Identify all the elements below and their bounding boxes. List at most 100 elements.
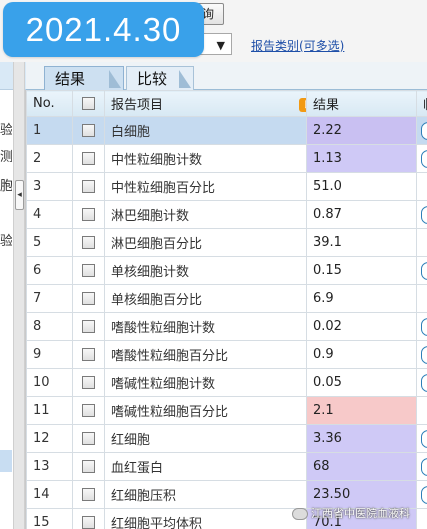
clinical-info-cell[interactable]: i <box>416 312 427 341</box>
info-icon[interactable]: i <box>421 373 427 392</box>
col-item[interactable]: 报告项目 ▯ <box>104 90 307 117</box>
row-checkbox[interactable] <box>82 460 95 473</box>
item-name: 白细胞 <box>104 116 307 145</box>
tab-corner-icon <box>179 70 191 88</box>
tab-compare[interactable]: 比较 <box>126 66 194 90</box>
clinical-info-cell[interactable]: i <box>416 452 427 481</box>
row-number: 3 <box>26 172 73 201</box>
table-row[interactable]: 1 白细胞2.22i <box>26 116 427 145</box>
row-checkbox[interactable] <box>82 488 95 501</box>
row-checkbox-cell[interactable] <box>72 480 105 509</box>
table-row[interactable]: 8 嗜酸性粒细胞计数0.02i <box>26 312 427 341</box>
tab-results[interactable]: 结果 <box>44 66 124 90</box>
result-value: 51.0 <box>306 172 417 201</box>
row-number: 14 <box>26 480 73 509</box>
row-checkbox[interactable] <box>82 124 95 137</box>
row-checkbox[interactable] <box>82 376 95 389</box>
result-value: 6.9 <box>306 284 417 313</box>
row-checkbox-cell[interactable] <box>72 228 105 257</box>
table-row[interactable]: 13 血红蛋白68i <box>26 452 427 481</box>
tab-compare-label: 比较 <box>137 70 168 88</box>
info-icon[interactable]: i <box>421 121 427 140</box>
row-checkbox[interactable] <box>82 180 95 193</box>
row-checkbox[interactable] <box>82 516 95 529</box>
book-icon[interactable]: ▯ <box>299 98 306 112</box>
panel-splitter[interactable]: ◂ <box>13 62 25 529</box>
info-icon[interactable]: i <box>421 457 427 476</box>
row-checkbox[interactable] <box>82 208 95 221</box>
table-row[interactable]: 5 淋巴细胞百分比 39.1 <box>26 228 427 257</box>
clinical-info-cell[interactable]: i <box>416 480 427 509</box>
row-checkbox[interactable] <box>82 292 95 305</box>
table-row[interactable]: 7 单核细胞百分比 6.9 <box>26 284 427 313</box>
item-name: 嗜酸性粒细胞百分比 <box>104 340 307 369</box>
left-fragment: 验 <box>0 123 12 138</box>
row-checkbox-cell[interactable] <box>72 144 105 173</box>
row-number: 12 <box>26 424 73 453</box>
clinical-info-cell[interactable]: i <box>416 116 427 145</box>
row-checkbox-cell[interactable] <box>72 256 105 285</box>
table-row[interactable]: 3 中性粒细胞百分比 51.0 <box>26 172 427 201</box>
info-icon[interactable]: i <box>421 205 427 224</box>
clinical-info-cell[interactable]: i <box>416 340 427 369</box>
col-last[interactable]: 临 <box>416 90 427 117</box>
left-fragment: 验 <box>0 234 12 249</box>
item-name: 中性粒细胞百分比 <box>104 172 307 201</box>
row-checkbox-cell[interactable] <box>72 396 105 425</box>
row-checkbox-cell[interactable] <box>72 340 105 369</box>
table-row[interactable]: 4 淋巴细胞计数0.87i <box>26 200 427 229</box>
watermark-text: 江西省中医院血液科 <box>311 507 410 520</box>
row-checkbox-cell[interactable] <box>72 312 105 341</box>
result-value: 2.1 <box>306 396 417 425</box>
clinical-info-cell <box>416 228 427 257</box>
col-select-all[interactable] <box>72 90 105 117</box>
result-value: 3.36 <box>306 424 417 453</box>
clinical-info-cell[interactable]: i <box>416 200 427 229</box>
clinical-info-cell[interactable]: i <box>416 256 427 285</box>
row-checkbox-cell[interactable] <box>72 284 105 313</box>
table-row[interactable]: 11 嗜碱性粒细胞百分比 2.1 <box>26 396 427 425</box>
info-icon[interactable]: i <box>421 149 427 168</box>
result-value: 2.22 <box>306 116 417 145</box>
result-tabs: 结果 比较 <box>26 62 427 90</box>
row-checkbox[interactable] <box>82 348 95 361</box>
table-row[interactable]: 2 中性粒细胞计数1.13i <box>26 144 427 173</box>
table-row[interactable]: 6 单核细胞计数0.15i <box>26 256 427 285</box>
row-checkbox[interactable] <box>82 152 95 165</box>
row-number: 9 <box>26 340 73 369</box>
info-icon[interactable]: i <box>421 261 427 280</box>
table-row[interactable]: 12 红细胞3.36i <box>26 424 427 453</box>
result-value: 68 <box>306 452 417 481</box>
row-checkbox[interactable] <box>82 264 95 277</box>
row-checkbox[interactable] <box>82 236 95 249</box>
row-checkbox-cell[interactable] <box>72 452 105 481</box>
item-name: 血红蛋白 <box>104 452 307 481</box>
row-checkbox-cell[interactable] <box>72 368 105 397</box>
info-icon[interactable]: i <box>421 485 427 504</box>
row-checkbox[interactable] <box>82 404 95 417</box>
table-row[interactable]: 10 嗜碱性粒细胞计数0.05i <box>26 368 427 397</box>
left-selected-row[interactable] <box>0 450 12 472</box>
splitter-collapse-handle[interactable]: ◂ <box>15 180 24 210</box>
report-type-link[interactable]: 报告类别(可多选) <box>251 37 344 54</box>
clinical-info-cell[interactable]: i <box>416 424 427 453</box>
row-checkbox[interactable] <box>82 320 95 333</box>
info-icon[interactable]: i <box>421 429 427 448</box>
row-checkbox-cell[interactable] <box>72 508 105 529</box>
col-result[interactable]: 结果 <box>306 90 417 117</box>
row-checkbox-cell[interactable] <box>72 424 105 453</box>
clinical-info-cell[interactable]: i <box>416 144 427 173</box>
col-no[interactable]: No. <box>26 90 73 117</box>
item-name: 单核细胞计数 <box>104 256 307 285</box>
row-number: 4 <box>26 200 73 229</box>
row-checkbox-cell[interactable] <box>72 116 105 145</box>
row-checkbox-cell[interactable] <box>72 172 105 201</box>
select-all-checkbox[interactable] <box>82 97 95 110</box>
row-checkbox[interactable] <box>82 432 95 445</box>
chevron-down-icon[interactable]: ▼ <box>217 36 225 56</box>
info-icon[interactable]: i <box>421 317 427 336</box>
row-checkbox-cell[interactable] <box>72 200 105 229</box>
clinical-info-cell[interactable]: i <box>416 368 427 397</box>
info-icon[interactable]: i <box>421 345 427 364</box>
table-row[interactable]: 9 嗜酸性粒细胞百分比0.9i <box>26 340 427 369</box>
